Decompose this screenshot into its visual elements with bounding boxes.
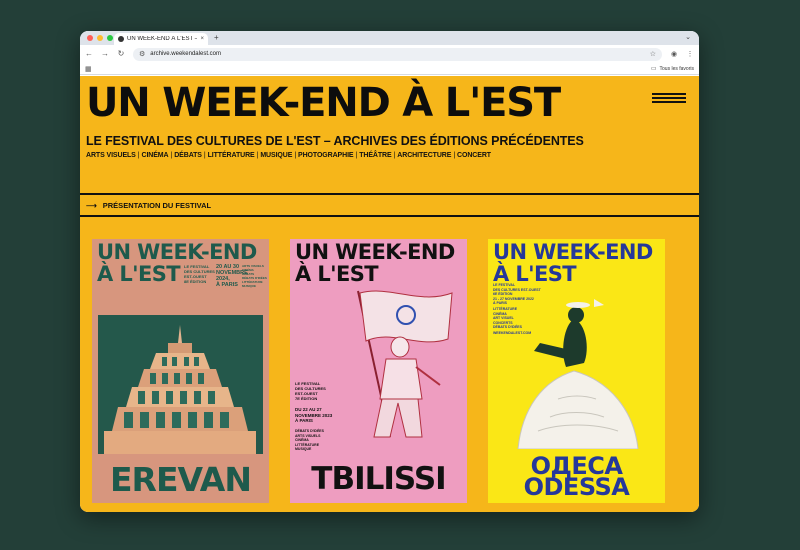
reload-icon[interactable]: ↻ [117, 49, 125, 59]
back-arrow-icon[interactable]: ← [85, 49, 93, 59]
category-link[interactable]: THÉÂTRE [354, 152, 391, 159]
maximize-window-button[interactable] [107, 35, 113, 41]
all-bookmarks-label: Tous les favoris [659, 65, 694, 72]
site-info-icon[interactable]: ⚙ [139, 50, 145, 58]
site-subtitle: LE FESTIVAL DES CULTURES DE L'EST – ARCH… [86, 134, 584, 148]
tab-search-button[interactable]: ⌄ [685, 33, 691, 41]
tab-strip: UN WEEK-END À L'EST – LE × + ⌄ [80, 31, 699, 45]
category-link[interactable]: PHOTOGRAPHIE [292, 152, 354, 159]
category-link[interactable]: LITTÉRATURE [202, 152, 255, 159]
window-controls [87, 35, 113, 41]
poster-city: TBILISSI [311, 461, 446, 497]
close-window-button[interactable] [87, 35, 93, 41]
poster-city: EREVAN [110, 460, 252, 499]
forward-arrow-icon[interactable]: → [101, 49, 109, 59]
tab-title: UN WEEK-END À L'EST – LE [127, 36, 197, 42]
category-link[interactable]: ARTS VISUELS [86, 152, 136, 159]
bookmarks-bar: ▦ ▭ Tous les favoris [80, 63, 699, 75]
poster-disciplines: DÉBATS D'IDÉES ARTS VISUELS CINÉMA LITTÉ… [295, 429, 324, 451]
poster-tbilissi[interactable]: UN WEEK-END À L'EST LE FESTIVAL DES CULT… [290, 239, 467, 503]
page-content: UN WEEK-END À L'EST LE FESTIVAL DES CULT… [80, 76, 699, 512]
divider [80, 193, 699, 195]
poster-artwork-building [98, 315, 263, 454]
poster-odessa[interactable]: UN WEEK-END À L'EST LE FESTIVAL DES CULT… [488, 239, 665, 503]
url-text[interactable]: archive.weekendalest.com [150, 51, 644, 57]
new-tab-button[interactable]: + [214, 33, 219, 43]
category-link[interactable]: CONCERT [451, 152, 491, 159]
poster-city: ODESSA [523, 473, 630, 501]
category-link[interactable]: ARCHITECTURE [392, 152, 451, 159]
browser-window: UN WEEK-END À L'EST – LE × + ⌄ ← → ↻ ⚙ a… [80, 31, 699, 512]
bookmark-star-icon[interactable]: ☆ [650, 50, 656, 58]
presentation-link[interactable]: ⟶ PRÉSENTATION DU FESTIVAL [86, 201, 211, 210]
poster-dates: DU 22 AU 27 NOVEMBRE 2023 À PARIS [295, 407, 333, 423]
poster-festival-info: LE FESTIVAL DES CULTURES EST-OUEST 7E ÉD… [295, 381, 326, 401]
favicon-icon [118, 36, 124, 42]
category-nav: ARTS VISUELS CINÉMA DÉBATS LITTÉRATURE M… [86, 152, 491, 159]
all-bookmarks-button[interactable]: ▭ Tous les favoris [650, 65, 694, 73]
divider [80, 215, 699, 217]
poster-artwork-statue [488, 299, 665, 450]
profile-icon[interactable]: ◉ [670, 50, 678, 58]
poster-disciplines: ARTS VISUELS CINÉMA DÉBATS DÉBATS D'IDÉE… [242, 264, 267, 288]
poster-heading: UN WEEK-END À L'EST [493, 240, 653, 286]
site-title[interactable]: UN WEEK-END À L'EST [86, 77, 561, 129]
poster-heading: UN WEEK-END À L'EST [295, 240, 455, 286]
browser-toolbar: ← → ↻ ⚙ archive.weekendalest.com ☆ ◉ ⋮ [80, 45, 699, 63]
browser-tab[interactable]: UN WEEK-END À L'EST – LE × [114, 33, 208, 45]
address-bar[interactable]: ⚙ archive.weekendalest.com ☆ [133, 47, 662, 61]
category-link[interactable]: CINÉMA [136, 152, 168, 159]
more-menu-icon[interactable]: ⋮ [686, 50, 694, 58]
minimize-window-button[interactable] [97, 35, 103, 41]
presentation-label: PRÉSENTATION DU FESTIVAL [102, 201, 212, 210]
category-link[interactable]: MUSIQUE [255, 152, 292, 159]
folder-icon: ▭ [650, 66, 657, 72]
menu-hamburger-icon[interactable] [652, 93, 686, 105]
tab-close-icon[interactable]: × [200, 36, 204, 42]
apps-grid-icon[interactable]: ▦ [85, 65, 92, 73]
category-link[interactable]: DÉBATS [169, 152, 202, 159]
arrow-right-icon: ⟶ [86, 201, 97, 210]
poster-erevan[interactable]: UN WEEK-END À L'EST LE FESTIVAL DES CULT… [92, 239, 269, 503]
